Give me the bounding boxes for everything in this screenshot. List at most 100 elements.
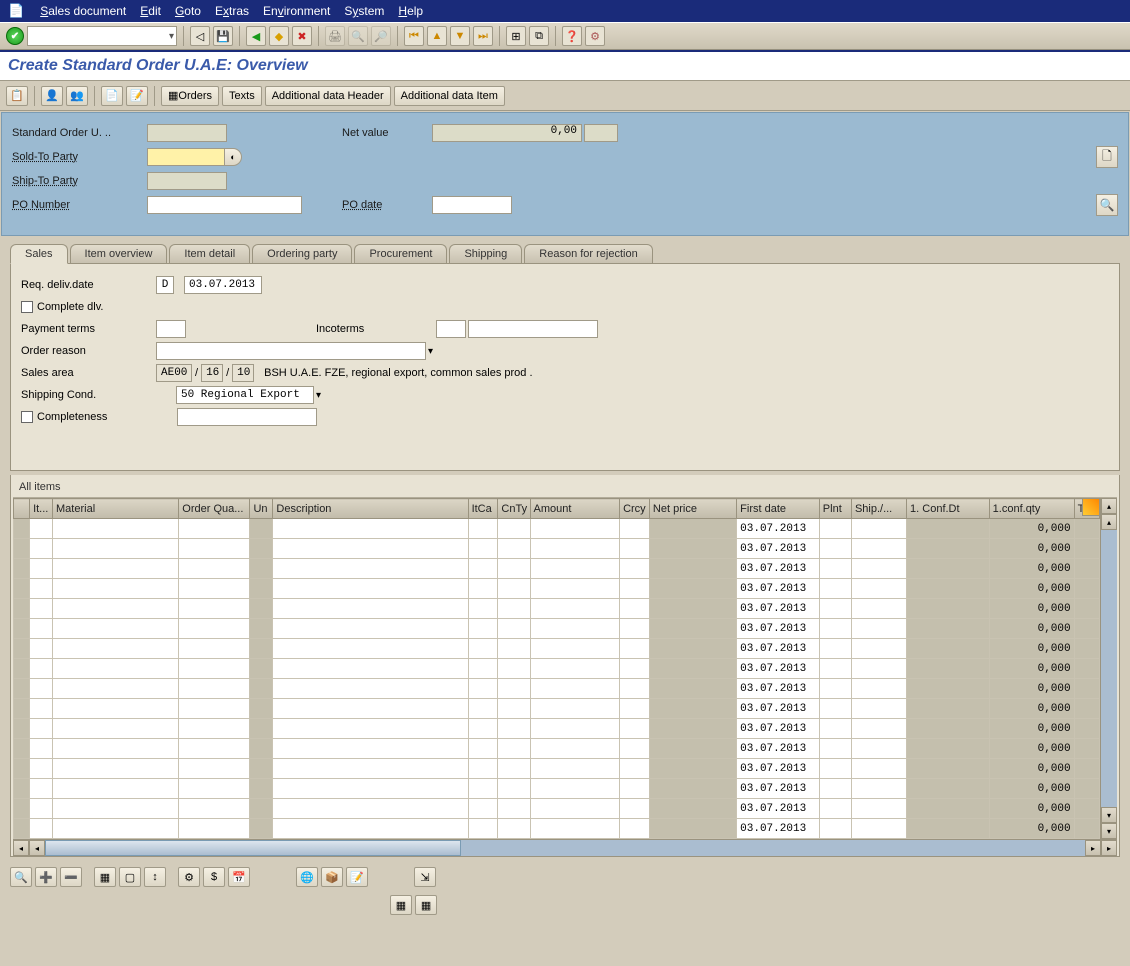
next-page-icon[interactable]: ▼ — [450, 26, 470, 46]
po-number-field[interactable] — [147, 196, 302, 214]
header-detail-icon[interactable]: 👤 — [41, 86, 63, 106]
incoterms1-field[interactable] — [436, 320, 466, 338]
req-deliv-type-field[interactable]: D — [156, 276, 174, 294]
tab-sales[interactable]: Sales — [10, 244, 68, 264]
menu-help[interactable]: Help — [398, 4, 423, 18]
save-icon[interactable]: 💾 — [213, 26, 233, 46]
scroll-down-icon[interactable]: ▾ — [1101, 807, 1117, 823]
additional-data-item-button[interactable]: Additional data Item — [394, 86, 505, 106]
config-icon[interactable]: ⚙ — [178, 867, 200, 887]
req-deliv-date-field[interactable]: 03.07.2013 — [184, 276, 262, 294]
dropdown-icon[interactable]: ▾ — [314, 390, 321, 401]
sold-to-party-field[interactable] — [147, 148, 225, 166]
table-row[interactable]: 03.07.20130,000 — [14, 759, 1100, 779]
scroll-left-icon[interactable]: ◂ — [13, 840, 29, 856]
table-row[interactable]: 03.07.20130,000 — [14, 579, 1100, 599]
batch-icon[interactable]: ▦ — [415, 895, 437, 915]
search-help-icon[interactable]: ◐ — [224, 148, 242, 166]
table-row[interactable]: 03.07.20130,000 — [14, 699, 1100, 719]
shortcut-icon[interactable]: ⧉ — [529, 26, 549, 46]
shipping-cond-field[interactable]: 50 Regional Export — [176, 386, 314, 404]
scroll-up-icon[interactable]: ▴ — [1101, 498, 1117, 514]
table-row[interactable]: 03.07.20130,000 — [14, 719, 1100, 739]
tab-item-detail[interactable]: Item detail — [169, 244, 250, 263]
dropdown-icon[interactable]: ▾ — [426, 346, 433, 357]
col-header[interactable]: Crcy — [620, 499, 650, 519]
col-header[interactable]: Amount — [530, 499, 620, 519]
first-page-icon[interactable]: ⏮ — [404, 26, 424, 46]
dropdown-icon[interactable]: ▾ — [169, 31, 174, 42]
table-settings-icon[interactable] — [1082, 498, 1100, 516]
find-next-icon[interactable]: 🔎 — [371, 26, 391, 46]
col-header[interactable]: Material — [53, 499, 179, 519]
table-row[interactable]: 03.07.20130,000 — [14, 779, 1100, 799]
partner-icon[interactable]: 👥 — [66, 86, 88, 106]
scroll-right-icon[interactable]: ▸ — [1101, 840, 1117, 856]
address-icon[interactable]: 🗋 — [1096, 146, 1118, 168]
col-header[interactable]: Description — [273, 499, 468, 519]
detail-icon[interactable]: 🔍 — [10, 867, 32, 887]
tab-reason-for-rejection[interactable]: Reason for rejection — [524, 244, 652, 263]
complete-dlv-checkbox[interactable] — [21, 301, 33, 313]
export-icon[interactable]: ⇲ — [414, 867, 436, 887]
po-search-icon[interactable]: 🔍 — [1096, 194, 1118, 216]
table-row[interactable]: 03.07.20130,000 — [14, 619, 1100, 639]
menu-system[interactable]: System — [344, 4, 384, 18]
table-row[interactable]: 03.07.20130,000 — [14, 799, 1100, 819]
table-row[interactable]: 03.07.20130,000 — [14, 559, 1100, 579]
sort-icon[interactable]: ↕ — [144, 867, 166, 887]
delete-row-icon[interactable]: ➖ — [60, 867, 82, 887]
exit-icon[interactable]: ◆ — [269, 26, 289, 46]
menu-sales-document[interactable]: Sales document — [40, 4, 126, 18]
table-row[interactable]: 03.07.20130,000 — [14, 539, 1100, 559]
global-icon[interactable]: 🌐 — [296, 867, 318, 887]
scroll-up-icon[interactable]: ▴ — [1101, 514, 1117, 530]
nav-back-icon[interactable]: ◁ — [190, 26, 210, 46]
menu-edit[interactable]: Edit — [140, 4, 161, 18]
table-row[interactable]: 03.07.20130,000 — [14, 819, 1100, 839]
table-row[interactable]: 03.07.20130,000 — [14, 679, 1100, 699]
print-icon[interactable]: 🖨 — [325, 26, 345, 46]
tab-item-overview[interactable]: Item overview — [70, 244, 168, 263]
table-row[interactable]: 03.07.20130,000 — [14, 739, 1100, 759]
stock-icon[interactable]: 📦 — [321, 867, 343, 887]
incoterms2-field[interactable] — [468, 320, 598, 338]
table-row[interactable]: 03.07.20130,000 — [14, 639, 1100, 659]
texts-button[interactable]: Texts — [222, 86, 262, 106]
completeness-checkbox[interactable] — [21, 411, 33, 423]
enter-icon[interactable]: ✔ — [6, 27, 24, 45]
insert-row-icon[interactable]: ➕ — [35, 867, 57, 887]
menu-goto[interactable]: Goto — [175, 4, 201, 18]
additional-data-header-button[interactable]: Additional data Header — [265, 86, 391, 106]
table-row[interactable]: 03.07.20130,000 — [14, 519, 1100, 539]
standard-order-field[interactable] — [147, 124, 227, 142]
last-page-icon[interactable]: ⏭ — [473, 26, 493, 46]
scroll-left-icon[interactable]: ◂ — [29, 840, 45, 856]
col-header[interactable]: Order Qua... — [179, 499, 250, 519]
orders-button[interactable]: ▦ Orders — [161, 86, 219, 106]
back-icon[interactable]: ◀ — [246, 26, 266, 46]
completeness-field[interactable] — [177, 408, 317, 426]
vertical-scrollbar[interactable]: ▴ ▴ ▾ ▾ — [1100, 498, 1117, 839]
text-icon[interactable]: 📝 — [126, 86, 148, 106]
col-header[interactable]: ItCa — [468, 499, 498, 519]
cancel-icon[interactable]: ✖ — [292, 26, 312, 46]
col-header[interactable]: Plnt — [819, 499, 851, 519]
display-doc-icon[interactable]: 📋 — [6, 86, 28, 106]
menu-environment[interactable]: Environment — [263, 4, 330, 18]
payment-terms-field[interactable] — [156, 320, 186, 338]
col-header[interactable]: 1. Conf.Dt — [907, 499, 990, 519]
order-reason-field[interactable] — [156, 342, 426, 360]
col-header[interactable]: Ship./... — [851, 499, 906, 519]
create-with-ref-icon[interactable]: 📄 — [101, 86, 123, 106]
tab-ordering-party[interactable]: Ordering party — [252, 244, 352, 263]
horizontal-scrollbar[interactable]: ◂ ◂ ▸ ▸ — [13, 839, 1117, 856]
find-icon[interactable]: 🔍 — [348, 26, 368, 46]
col-header[interactable]: Net price — [649, 499, 736, 519]
col-header[interactable]: CnTy — [498, 499, 530, 519]
table-row[interactable]: 03.07.20130,000 — [14, 659, 1100, 679]
pricing-icon[interactable]: $ — [203, 867, 225, 887]
text-edit-icon[interactable]: 📝 — [346, 867, 368, 887]
prev-page-icon[interactable]: ▲ — [427, 26, 447, 46]
menu-extras[interactable]: Extras — [215, 4, 249, 18]
